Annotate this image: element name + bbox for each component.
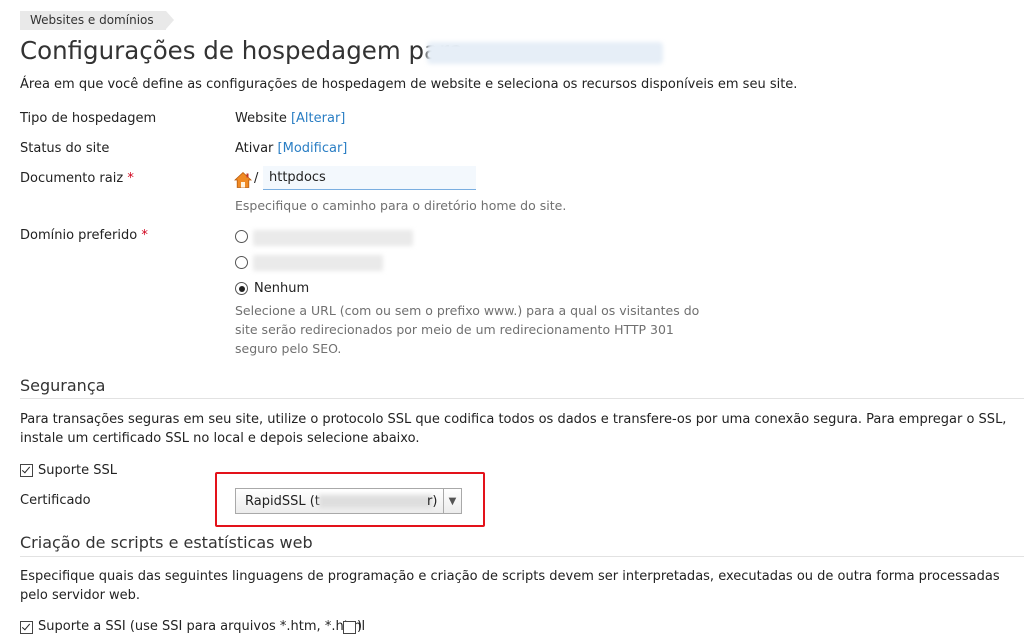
certificate-label: Certificado bbox=[20, 493, 91, 508]
ssi-support-checkbox[interactable] bbox=[20, 621, 33, 634]
redacted-domain bbox=[427, 42, 663, 64]
required-marker: * bbox=[127, 171, 134, 186]
security-description: Para transações seguras em seu site, uti… bbox=[20, 412, 1007, 446]
preferred-domain-radio-1[interactable] bbox=[235, 230, 248, 243]
home-icon bbox=[234, 171, 252, 188]
doc-root-hint: Especifique o caminho para o diretório h… bbox=[235, 198, 567, 213]
page-title: Configurações de hospedagem para bbox=[20, 36, 465, 65]
section-divider bbox=[20, 398, 1024, 399]
doc-root-label: Documento raiz * bbox=[20, 171, 134, 186]
intro-text: Área em que você define as configurações… bbox=[20, 77, 798, 92]
redacted-certificate-name bbox=[319, 495, 432, 508]
preferred-domain-label-text: Domínio preferido bbox=[20, 228, 138, 243]
section-divider bbox=[20, 556, 1024, 557]
certificate-select[interactable]: RapidSSL (t r) ▼ bbox=[235, 488, 462, 514]
preferred-domain-hint: Selecione a URL (com ou sem o prefixo ww… bbox=[235, 303, 700, 356]
site-status-label: Status do site bbox=[20, 141, 110, 156]
scripts-description: Especifique quais das seguintes linguage… bbox=[20, 569, 1000, 603]
doc-root-prefix: / bbox=[254, 171, 259, 186]
site-status-value-row: Ativar [Modificar] bbox=[235, 141, 347, 156]
breadcrumb[interactable]: Websites e domínios bbox=[20, 11, 174, 30]
security-section-title: Segurança bbox=[20, 376, 106, 395]
certificate-selected-value-end: r) bbox=[427, 494, 438, 509]
ssi-html-checkbox[interactable] bbox=[343, 621, 356, 634]
site-status-value: Ativar bbox=[235, 141, 274, 156]
preferred-domain-label: Domínio preferido * bbox=[20, 228, 148, 243]
ssl-support-label[interactable]: Suporte SSL bbox=[38, 463, 117, 478]
hosting-type-label: Tipo de hospedagem bbox=[20, 111, 157, 126]
doc-root-label-text: Documento raiz bbox=[20, 171, 124, 186]
hosting-type-value: Website bbox=[235, 111, 287, 126]
redacted-domain-option-2 bbox=[253, 255, 383, 271]
chevron-down-icon[interactable]: ▼ bbox=[443, 489, 461, 513]
certificate-selected-value: RapidSSL (t bbox=[245, 494, 320, 509]
ssl-support-checkbox[interactable] bbox=[20, 464, 33, 477]
change-hosting-type-link[interactable]: [Alterar] bbox=[291, 111, 345, 126]
preferred-domain-radio-2[interactable] bbox=[235, 256, 248, 269]
modify-site-status-link[interactable]: [Modificar] bbox=[278, 141, 348, 156]
radio-none-label[interactable]: Nenhum bbox=[254, 281, 309, 296]
scripts-section-title: Criação de scripts e estatísticas web bbox=[20, 533, 313, 552]
preferred-domain-radio-none[interactable] bbox=[235, 282, 248, 295]
required-marker: * bbox=[141, 228, 148, 243]
doc-root-input[interactable] bbox=[263, 166, 476, 190]
hosting-type-value-row: Website [Alterar] bbox=[235, 111, 345, 126]
redacted-domain-option-1 bbox=[253, 230, 413, 246]
